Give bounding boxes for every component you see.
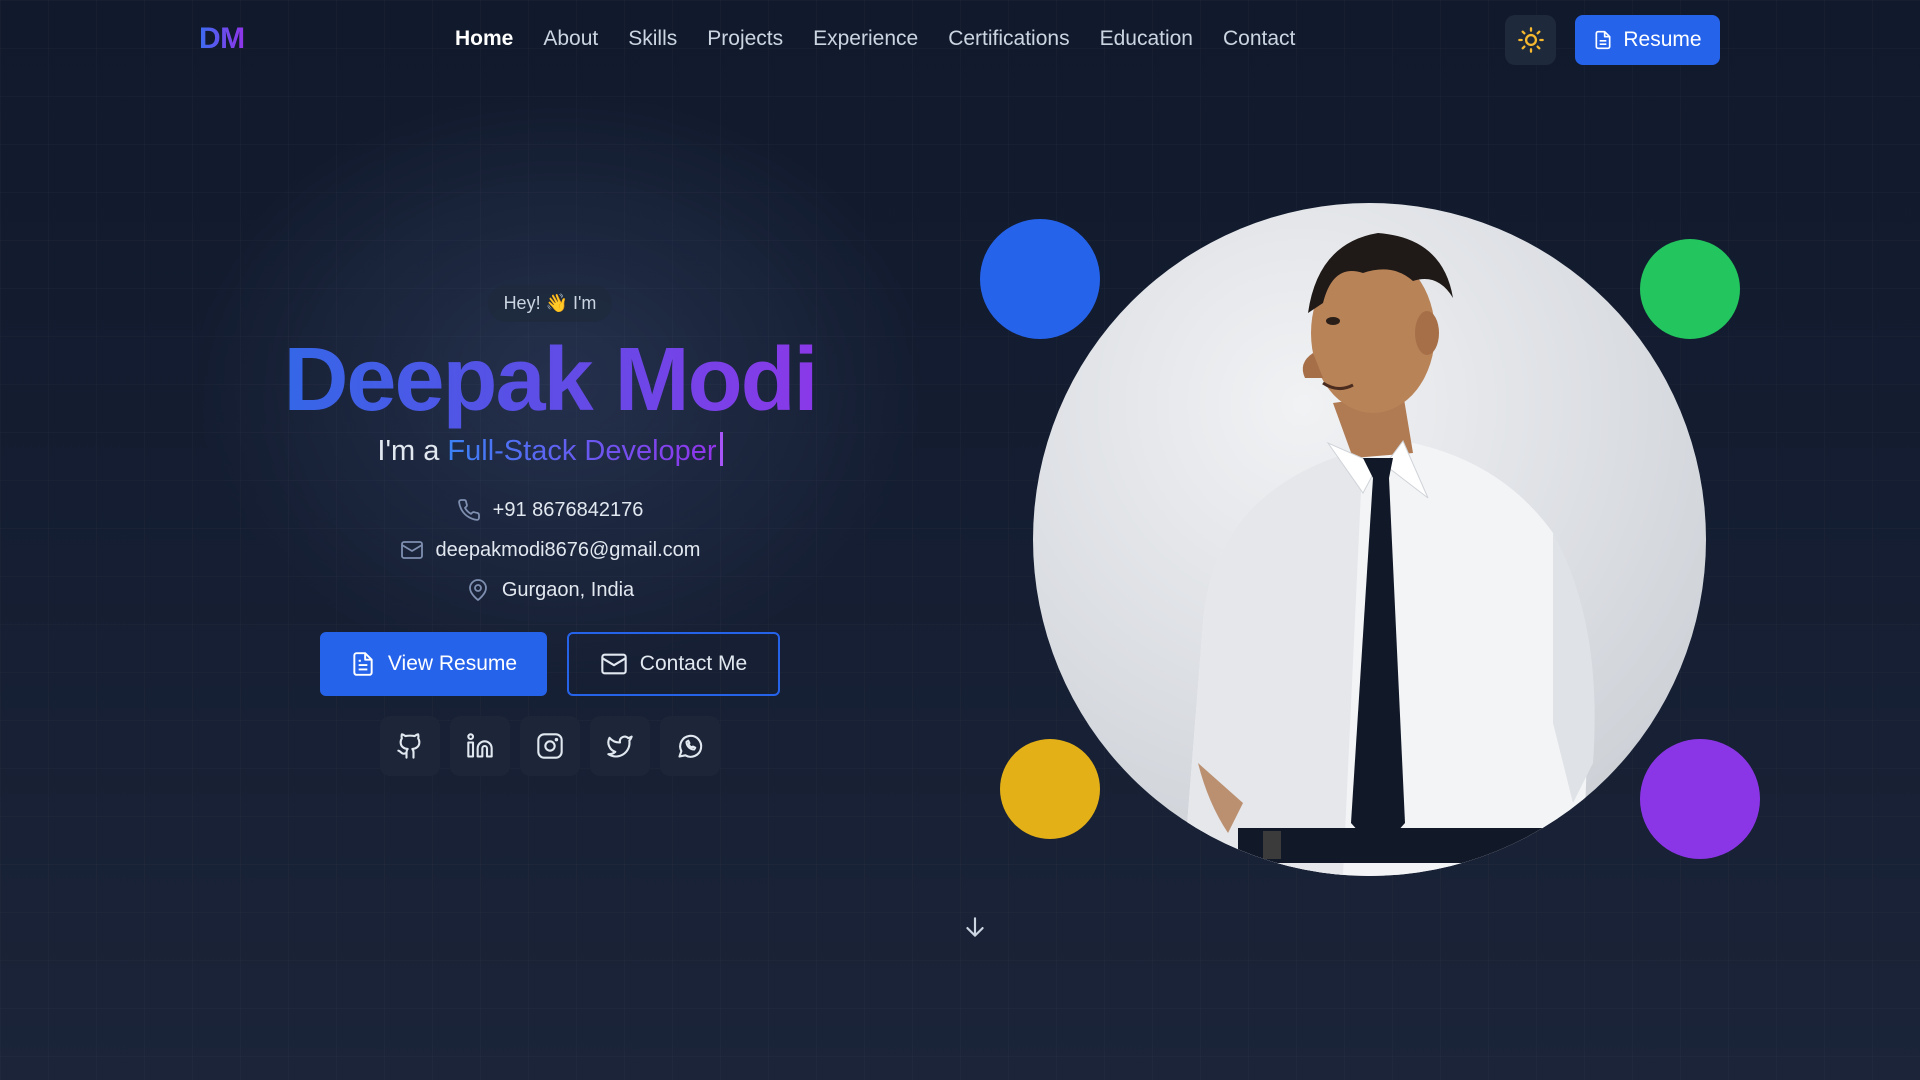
nav-link-education[interactable]: Education bbox=[1100, 27, 1193, 51]
whatsapp-icon bbox=[678, 734, 703, 758]
view-resume-label: View Resume bbox=[387, 652, 518, 675]
decor-dot-green bbox=[1640, 239, 1740, 339]
contact-phone[interactable]: +91 8676842176 bbox=[250, 490, 850, 530]
whatsapp-link[interactable] bbox=[660, 716, 720, 776]
phone-text: +91 8676842176 bbox=[492, 498, 644, 521]
view-resume-button[interactable]: View Resume bbox=[320, 632, 547, 696]
contact-location: Gurgaon, India bbox=[250, 570, 850, 610]
phone-icon bbox=[457, 499, 480, 521]
contact-info: +91 8676842176 deepakmodi8676@gmail.com … bbox=[250, 490, 850, 610]
nav-link-certifications[interactable]: Certifications bbox=[948, 27, 1069, 51]
greeting-badge: Hey! 👋 I'm bbox=[487, 285, 613, 322]
theme-toggle-button[interactable] bbox=[1505, 15, 1556, 65]
nav-link-home[interactable]: Home bbox=[455, 27, 513, 51]
nav-link-skills[interactable]: Skills bbox=[628, 27, 677, 51]
contact-email[interactable]: deepakmodi8676@gmail.com bbox=[250, 530, 850, 570]
hero-tagline: I'm a Full-Stack Developer bbox=[250, 432, 850, 468]
mail-icon bbox=[400, 541, 423, 559]
contact-me-button[interactable]: Contact Me bbox=[567, 632, 780, 696]
resume-button-label: Resume bbox=[1623, 28, 1702, 51]
nav-link-experience[interactable]: Experience bbox=[813, 27, 918, 51]
social-links bbox=[250, 716, 850, 776]
linkedin-link[interactable] bbox=[450, 716, 510, 776]
nav-link-projects[interactable]: Projects bbox=[707, 27, 783, 51]
instagram-link[interactable] bbox=[520, 716, 580, 776]
person-illustration bbox=[1183, 233, 1595, 876]
hero-intro: Hey! 👋 I'm Deepak Modi I'm a Full-Stack … bbox=[250, 285, 850, 776]
twitter-icon bbox=[607, 735, 633, 758]
typing-cursor bbox=[719, 432, 723, 466]
github-icon bbox=[397, 733, 421, 759]
twitter-link[interactable] bbox=[590, 716, 650, 776]
map-pin-icon bbox=[468, 579, 487, 601]
contact-me-label: Contact Me bbox=[639, 652, 748, 675]
nav-link-about[interactable]: About bbox=[543, 27, 598, 51]
instagram-icon bbox=[537, 733, 563, 759]
linkedin-icon bbox=[467, 733, 493, 758]
resume-button[interactable]: Resume bbox=[1575, 15, 1720, 65]
decor-dot-yellow bbox=[1000, 739, 1100, 839]
scroll-down-button[interactable] bbox=[962, 913, 988, 946]
arrow-down-icon bbox=[966, 917, 984, 937]
cta-buttons: View Resume Contact Me bbox=[250, 632, 850, 696]
nav-link-contact[interactable]: Contact bbox=[1223, 27, 1295, 51]
email-text: deepakmodi8676@gmail.com bbox=[435, 538, 701, 561]
tagline-prefix: I'm a bbox=[377, 435, 448, 467]
location-text: Gurgaon, India bbox=[501, 578, 635, 601]
document-icon bbox=[353, 652, 373, 676]
mail-icon bbox=[601, 653, 627, 675]
profile-photo bbox=[1033, 203, 1706, 876]
navbar: DM Home About Skills Projects Experience… bbox=[0, 0, 1920, 80]
document-icon bbox=[1595, 30, 1611, 50]
decor-dot-purple bbox=[1640, 739, 1760, 859]
nav-links: Home About Skills Projects Experience Ce… bbox=[455, 27, 1325, 51]
hero-name: Deepak Modi bbox=[250, 330, 850, 430]
sun-icon bbox=[1517, 27, 1544, 53]
typed-role: Full-Stack Developer bbox=[447, 435, 717, 467]
site-logo[interactable]: DM bbox=[199, 22, 245, 56]
github-link[interactable] bbox=[380, 716, 440, 776]
decor-dot-blue bbox=[980, 219, 1100, 339]
